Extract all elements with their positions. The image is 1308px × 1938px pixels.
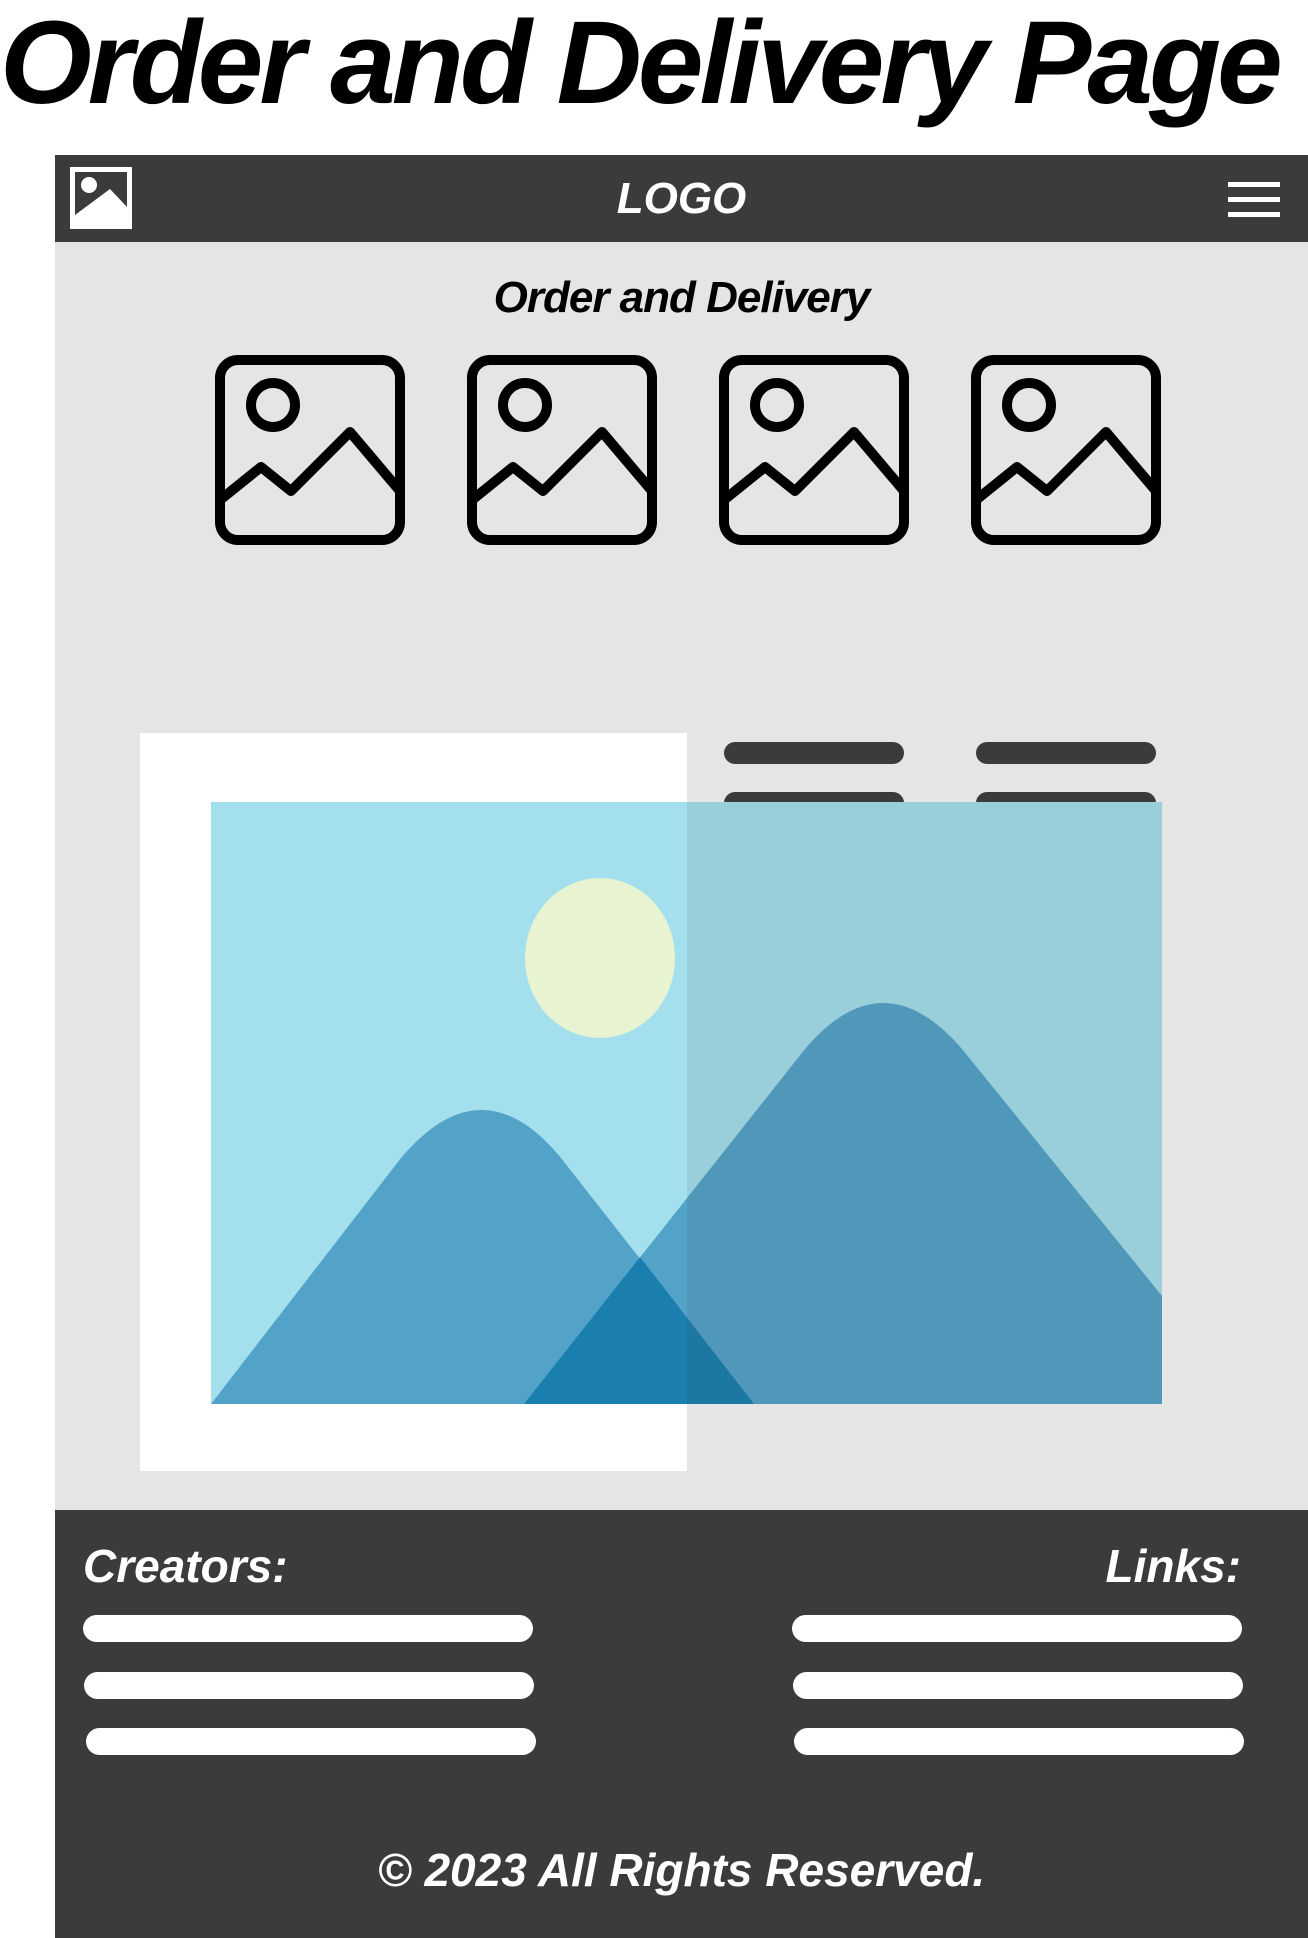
image-placeholder-icon xyxy=(971,355,1161,545)
hamburger-menu-icon[interactable] xyxy=(1228,182,1280,218)
header-bar: LOGO xyxy=(55,155,1308,242)
footer-link[interactable] xyxy=(793,1672,1243,1699)
creator-line xyxy=(83,1615,533,1642)
product-name-line xyxy=(976,742,1156,764)
hero-landscape-image xyxy=(211,802,1162,1404)
image-icon[interactable] xyxy=(70,167,132,229)
product-card[interactable] xyxy=(467,355,657,814)
image-placeholder-icon xyxy=(215,355,405,545)
copyright-text: © 2023 All Rights Reserved. xyxy=(377,1844,986,1896)
creator-line xyxy=(84,1672,534,1699)
product-name-line xyxy=(724,742,904,764)
image-placeholder-icon xyxy=(467,355,657,545)
product-card[interactable] xyxy=(719,355,909,814)
links-heading: Links: xyxy=(1105,1540,1241,1592)
product-card[interactable] xyxy=(215,355,405,814)
section-title: Order and Delivery xyxy=(493,273,871,322)
footer-link[interactable] xyxy=(792,1615,1242,1642)
image-placeholder-icon xyxy=(719,355,909,545)
page-frame: LOGO Order and Delivery Creators: Links:… xyxy=(55,155,1308,1938)
footer-link[interactable] xyxy=(794,1728,1244,1755)
footer: Creators: Links: © 2023 All Rights Reser… xyxy=(55,1510,1308,1938)
page-heading: Order and Delivery Page xyxy=(0,0,1283,129)
product-card[interactable] xyxy=(971,355,1161,814)
logo-text[interactable]: LOGO xyxy=(55,155,1308,242)
creators-heading: Creators: xyxy=(83,1540,288,1592)
creator-line xyxy=(86,1728,536,1755)
